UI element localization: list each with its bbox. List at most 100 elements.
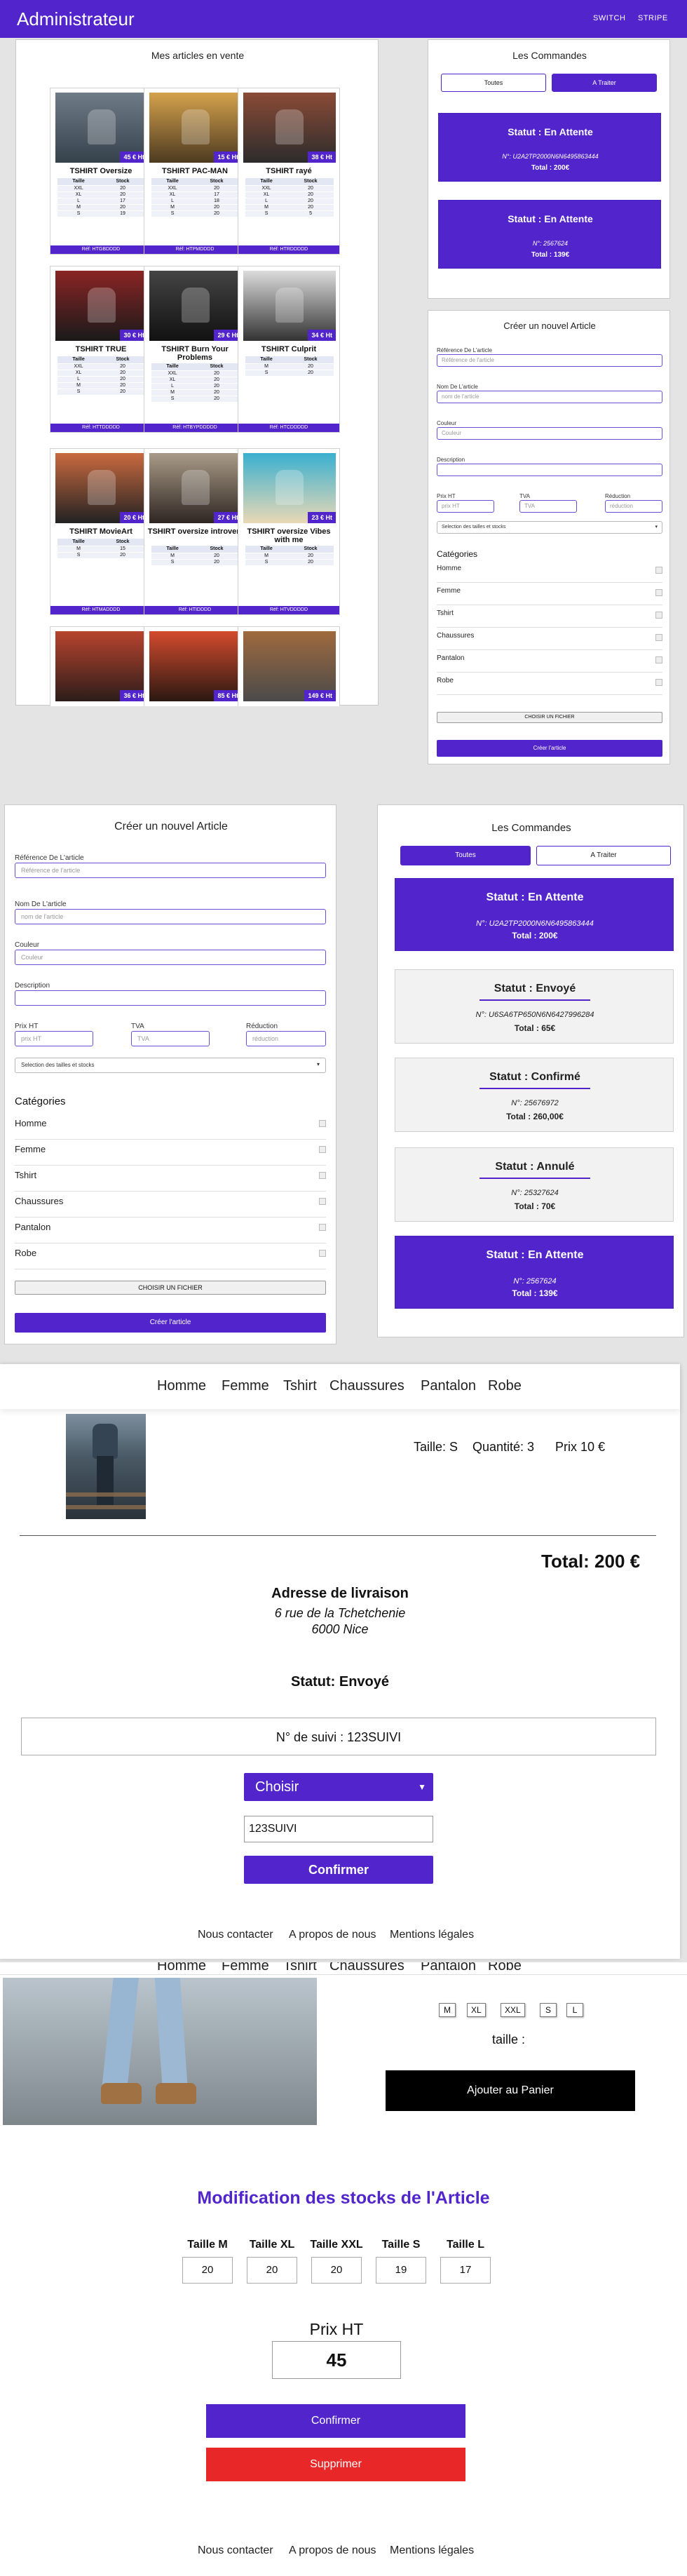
delete-button[interactable]: Supprimer: [206, 2448, 465, 2481]
menu-item-femme[interactable]: Femme: [222, 1378, 269, 1394]
menu-item-robe[interactable]: Robe: [488, 1962, 522, 1974]
footer-link[interactable]: A propos de nous: [289, 1929, 376, 1941]
desc-input[interactable]: [15, 990, 326, 1006]
article-card[interactable]: 27 € Ht TSHIRT oversize introvert Taille St…: [144, 448, 246, 615]
tab-to-process[interactable]: A Traiter: [536, 846, 671, 865]
category-checkbox[interactable]: [655, 679, 662, 686]
order-card[interactable]: Statut : Envoyé N°: U6SA6TP650N6N64279962…: [395, 969, 674, 1044]
article-card[interactable]: 34 € Ht TSHIRT Culprit Taille Stock M 20 S 20 Ré…: [238, 266, 340, 433]
category-checkbox[interactable]: [655, 567, 662, 574]
stock-input[interactable]: 20: [182, 2257, 233, 2284]
menu-item-pantalon[interactable]: Pantalon: [421, 1962, 476, 1974]
category-checkbox[interactable]: [319, 1224, 326, 1231]
confirm-button[interactable]: Confirmer: [206, 2404, 465, 2438]
desc-input[interactable]: [437, 464, 662, 476]
menu-item-robe[interactable]: Robe: [488, 1378, 522, 1394]
category-checkbox[interactable]: [655, 612, 662, 619]
category-item[interactable]: Robe: [437, 677, 662, 695]
menu-item-chaussures[interactable]: Chaussures: [329, 1378, 404, 1394]
order-card[interactable]: Statut : En Attente N°: U2A2TP2000N6N6495…: [395, 878, 674, 951]
price-input[interactable]: prix HT: [15, 1031, 93, 1046]
tab-all[interactable]: Toutes: [441, 74, 546, 92]
color-input[interactable]: Couleur: [15, 950, 326, 965]
choose-file-button[interactable]: CHOISIR UN FICHIER: [15, 1281, 326, 1295]
create-article-button[interactable]: Créer l'article: [437, 740, 662, 757]
tva-input[interactable]: TVA: [519, 500, 577, 513]
category-item[interactable]: Robe: [15, 1248, 326, 1269]
category-checkbox[interactable]: [319, 1198, 326, 1205]
category-checkbox[interactable]: [319, 1146, 326, 1153]
confirm-button[interactable]: Confirmer: [244, 1856, 433, 1884]
category-item[interactable]: Chaussures: [15, 1196, 326, 1218]
menu-item-chaussures[interactable]: Chaussures: [329, 1962, 404, 1974]
price-input[interactable]: prix HT: [437, 500, 494, 513]
size-button[interactable]: M: [439, 2003, 456, 2017]
sizes-select[interactable]: Selection des tailles et stocks ▾: [437, 521, 662, 534]
footer-link[interactable]: Mentions légales: [390, 1929, 474, 1941]
article-card[interactable]: 38 € Ht TSHIRT rayé Taille Stock XXL 20 XL 20 L 2…: [238, 88, 340, 255]
nav-stripe[interactable]: STRIPE: [638, 14, 668, 22]
ref-input[interactable]: Référence de l'article: [15, 863, 326, 878]
ref-input[interactable]: Référence de l'article: [437, 354, 662, 367]
category-item[interactable]: Femme: [15, 1144, 326, 1166]
category-checkbox[interactable]: [655, 656, 662, 663]
menu-item-femme[interactable]: Femme: [222, 1962, 269, 1974]
category-checkbox[interactable]: [319, 1172, 326, 1179]
category-item[interactable]: Homme: [437, 565, 662, 583]
create-article-button[interactable]: Créer l'article: [15, 1313, 326, 1333]
size-button[interactable]: XXL: [501, 2003, 525, 2017]
article-card[interactable]: 29 € Ht TSHIRT Burn Your Problems Taille St…: [144, 266, 246, 433]
stock-input[interactable]: 19: [376, 2257, 426, 2284]
menu-item-homme[interactable]: Homme: [157, 1378, 206, 1394]
category-item[interactable]: Tshirt: [437, 609, 662, 628]
order-card[interactable]: Statut : En Attente N°: U2A2TP2000N6N649…: [438, 113, 661, 182]
menu-item-pantalon[interactable]: Pantalon: [421, 1378, 476, 1394]
category-item[interactable]: Homme: [15, 1118, 326, 1140]
category-item[interactable]: Femme: [437, 587, 662, 605]
add-to-cart-button[interactable]: Ajouter au Panier: [386, 2070, 635, 2111]
category-checkbox[interactable]: [319, 1250, 326, 1257]
order-card[interactable]: Statut : En Attente N°: 2567624 Total : …: [438, 200, 661, 269]
article-card[interactable]: 23 € Ht TSHIRT oversize Vibes with me Tail…: [238, 448, 340, 615]
nav-switch[interactable]: SWITCH: [593, 14, 625, 22]
name-input[interactable]: nom de l'article: [437, 391, 662, 403]
stock-input[interactable]: 20: [247, 2257, 297, 2284]
footer-link[interactable]: Nous contacter: [198, 1929, 273, 1941]
choose-file-button[interactable]: CHOISIR UN FICHIER: [437, 712, 662, 723]
tab-to-process[interactable]: A Traiter: [552, 74, 657, 92]
tracking-input[interactable]: 123SUIVI: [244, 1816, 433, 1842]
category-item[interactable]: Pantalon: [15, 1222, 326, 1243]
order-card[interactable]: Statut : Annulé N°: 25327624 Total : 70€: [395, 1147, 674, 1222]
article-card[interactable]: 36 € Ht: [50, 626, 152, 706]
article-card[interactable]: 30 € Ht TSHIRT TRUE Taille Stock XXL 20 XL 20 L 2…: [50, 266, 152, 433]
menu-item-tshirt[interactable]: Tshirt: [283, 1378, 317, 1394]
size-button[interactable]: S: [540, 2003, 557, 2017]
category-checkbox[interactable]: [655, 634, 662, 641]
discount-input[interactable]: réduction: [605, 500, 662, 513]
size-button[interactable]: L: [566, 2003, 583, 2017]
article-card[interactable]: 20 € Ht TSHIRT MovieArt Taille Stock M 15 S 20 R…: [50, 448, 152, 615]
order-card[interactable]: Statut : En Attente N°: 2567624 Total : 13…: [395, 1236, 674, 1309]
menu-item-tshirt[interactable]: Tshirt: [283, 1962, 317, 1974]
menu-item-homme[interactable]: Homme: [157, 1962, 206, 1974]
sizes-select[interactable]: Selection des tailles et stocks ▾: [15, 1058, 326, 1073]
footer-link[interactable]: A propos de nous: [289, 2544, 376, 2557]
article-card[interactable]: 85 € Ht: [144, 626, 246, 706]
article-card[interactable]: 15 € Ht TSHIRT PAC-MAN Taille Stock XXL 20 XL 1…: [144, 88, 246, 255]
tab-all[interactable]: Toutes: [400, 846, 531, 865]
footer-link[interactable]: Mentions légales: [390, 2544, 474, 2557]
discount-input[interactable]: réduction: [246, 1031, 326, 1046]
status-select[interactable]: Choisir ▼: [244, 1773, 433, 1801]
color-input[interactable]: Couleur: [437, 427, 662, 440]
stock-input[interactable]: 20: [311, 2257, 362, 2284]
price-input[interactable]: 45: [272, 2341, 401, 2379]
order-card[interactable]: Statut : Confirmé N°: 25676972 Total : 260…: [395, 1058, 674, 1132]
article-card[interactable]: 149 € Ht: [238, 626, 340, 706]
article-card[interactable]: 45 € Ht TSHIRT Oversize Taille Stock XXL 20 XL…: [50, 88, 152, 255]
category-item[interactable]: Chaussures: [437, 632, 662, 650]
size-button[interactable]: XL: [467, 2003, 486, 2017]
name-input[interactable]: nom de l'article: [15, 909, 326, 924]
category-checkbox[interactable]: [319, 1120, 326, 1127]
stock-input[interactable]: 17: [440, 2257, 491, 2284]
footer-link[interactable]: Nous contacter: [198, 2544, 273, 2557]
